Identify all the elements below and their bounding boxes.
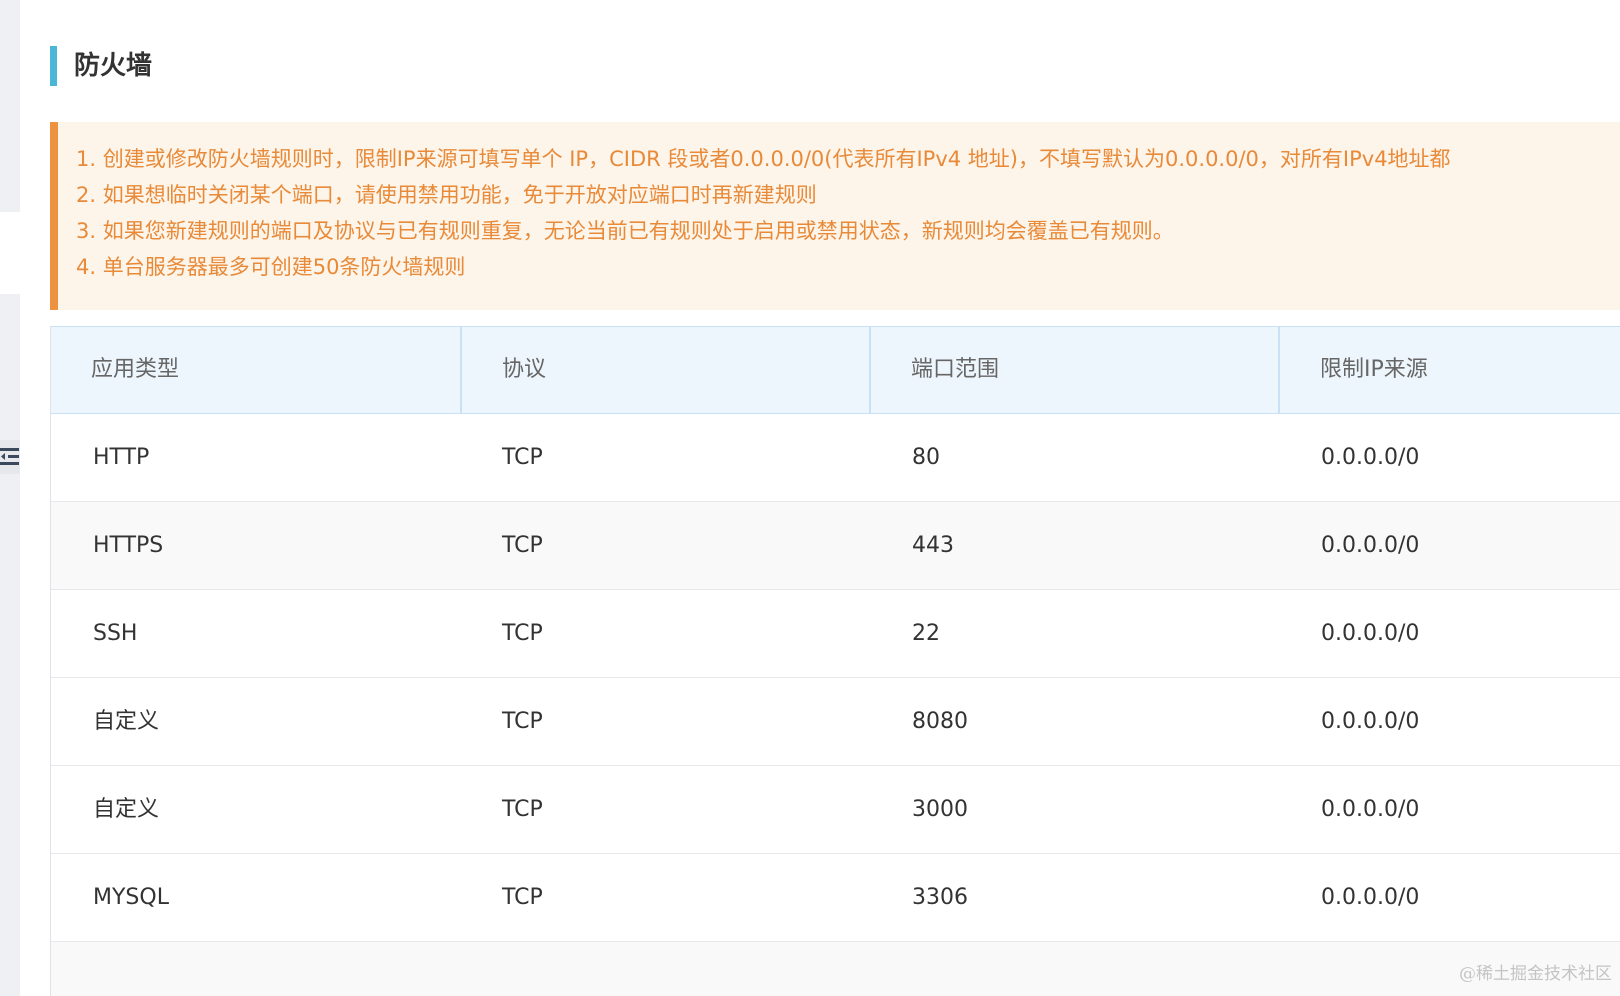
cell-ip-source: 0.0.0.0/0 <box>1321 533 1420 558</box>
cell-port: 22 <box>912 621 940 646</box>
cell-protocol: TCP <box>502 445 543 470</box>
cell-app-type: 自定义 <box>93 797 160 822</box>
cell-protocol: TCP <box>502 621 543 646</box>
cell-ip-source: 0.0.0.0/0 <box>1321 885 1420 910</box>
table-row: 自定义 TCP 8080 0.0.0.0/0 <box>51 678 1620 766</box>
page-title: 防火墙 <box>74 51 153 81</box>
cell-protocol: TCP <box>502 533 543 558</box>
firewall-rules-table: 应用类型 协议 端口范围 限制IP来源 HTTP TCP 80 0.0.0.0/… <box>50 326 1620 996</box>
cell-port: 80 <box>912 445 940 470</box>
cell-ip-source: 0.0.0.0/0 <box>1321 445 1420 470</box>
cell-ip-source: 0.0.0.0/0 <box>1321 709 1420 734</box>
cell-app-type: HTTPS <box>93 533 164 558</box>
notice-line: 1. 创建或修改防火墙规则时，限制IP来源可填写单个 IP，CIDR 段或者0.… <box>76 147 1451 171</box>
sidebar-toggle-button[interactable] <box>0 440 20 474</box>
cell-protocol: TCP <box>502 797 543 822</box>
column-header-protocol: 协议 <box>460 327 869 413</box>
notice-line: 4. 单台服务器最多可创建50条防火墙规则 <box>76 255 466 279</box>
title-accent-bar <box>50 46 57 86</box>
cell-port: 3000 <box>912 797 968 822</box>
table-footer <box>51 942 1620 996</box>
sidebar-active-block <box>0 212 20 294</box>
menu-collapse-icon <box>0 448 19 465</box>
watermark: @稀土掘金技术社区 <box>1459 964 1612 984</box>
cell-protocol: TCP <box>502 709 543 734</box>
notice-line: 2. 如果想临时关闭某个端口，请使用禁用功能，免于开放对应端口时再新建规则 <box>76 183 817 207</box>
table-row: MYSQL TCP 3306 0.0.0.0/0 <box>51 854 1620 942</box>
table-row: SSH TCP 22 0.0.0.0/0 <box>51 590 1620 678</box>
cell-app-type: HTTP <box>93 445 150 470</box>
cell-protocol: TCP <box>502 885 543 910</box>
column-header-port-range: 端口范围 <box>869 327 1278 413</box>
table-row: 自定义 TCP 3000 0.0.0.0/0 <box>51 766 1620 854</box>
cell-app-type: SSH <box>93 621 138 646</box>
notice-line: 3. 如果您新建规则的端口及协议与已有规则重复，无论当前已有规则处于启用或禁用状… <box>76 219 1174 243</box>
sidebar-strip <box>0 0 20 996</box>
cell-ip-source: 0.0.0.0/0 <box>1321 797 1420 822</box>
firewall-page: 防火墙 1. 创建或修改防火墙规则时，限制IP来源可填写单个 IP，CIDR 段… <box>0 0 1620 996</box>
cell-app-type: MYSQL <box>93 885 169 910</box>
cell-port: 443 <box>912 533 954 558</box>
table-header: 应用类型 协议 端口范围 限制IP来源 <box>51 326 1620 414</box>
cell-port: 3306 <box>912 885 968 910</box>
cell-ip-source: 0.0.0.0/0 <box>1321 621 1420 646</box>
notice-box: 1. 创建或修改防火墙规则时，限制IP来源可填写单个 IP，CIDR 段或者0.… <box>50 122 1620 310</box>
table-row: HTTP TCP 80 0.0.0.0/0 <box>51 414 1620 502</box>
cell-app-type: 自定义 <box>93 709 160 734</box>
column-header-app-type: 应用类型 <box>91 357 180 382</box>
column-header-ip-source: 限制IP来源 <box>1278 327 1620 413</box>
cell-port: 8080 <box>912 709 968 734</box>
table-row: HTTPS TCP 443 0.0.0.0/0 <box>51 502 1620 590</box>
